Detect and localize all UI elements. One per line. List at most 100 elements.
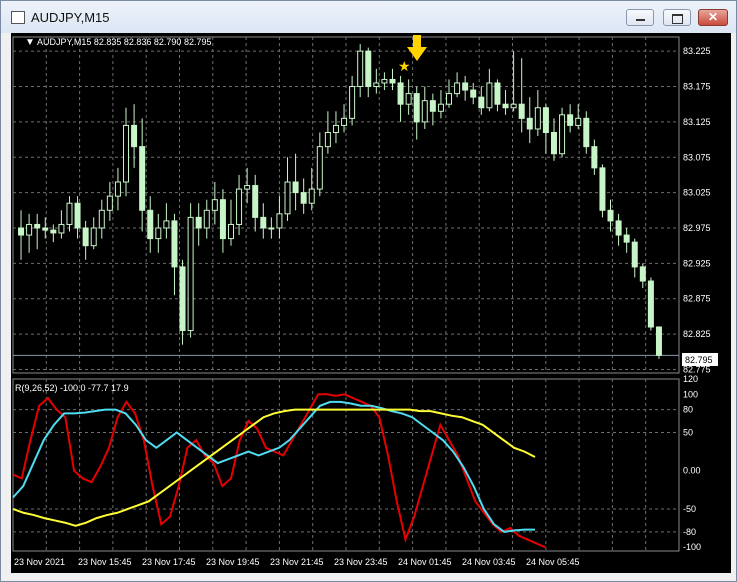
indicator-tick-label: 50	[683, 428, 693, 438]
indicator-tick-label: -50	[683, 504, 696, 514]
indicator-tick-label: 120	[683, 374, 698, 384]
indicator-tick-label: -100	[683, 542, 701, 552]
candle	[429, 93, 436, 126]
candle	[187, 203, 194, 338]
close-icon: ✕	[707, 10, 719, 24]
candle	[486, 68, 493, 112]
candle	[502, 90, 509, 115]
candle	[42, 217, 49, 239]
candle	[171, 213, 178, 296]
axis-labels: 83.225 83.175 83.125 83.075 83.025 82.975 82.9…	[14, 46, 711, 567]
candle	[421, 86, 428, 129]
candle	[155, 213, 162, 253]
candle	[324, 111, 331, 154]
candle	[123, 107, 130, 197]
time-tick-label: 24 Nov 01:45	[398, 557, 452, 567]
minimize-button[interactable]	[626, 9, 654, 26]
chart-window-icon	[11, 11, 25, 24]
candle	[74, 196, 81, 239]
svg-text:82.795: 82.795	[685, 355, 713, 365]
candle	[219, 189, 226, 253]
candle	[623, 227, 630, 253]
indicator-tick-label: 100	[683, 389, 698, 399]
close-button[interactable]: ✕	[698, 9, 728, 26]
chart-canvas[interactable]: 83.225 83.175 83.125 83.075 83.025 82.975 82.9…	[11, 33, 731, 573]
window-title: AUDJPY,M15	[31, 10, 110, 25]
candle	[308, 167, 315, 211]
time-tick-label: 23 Nov 23:45	[334, 557, 388, 567]
candle	[373, 68, 380, 94]
candle	[332, 111, 339, 144]
candle	[316, 132, 323, 197]
candle	[252, 174, 259, 232]
candle	[90, 217, 97, 250]
chart-area[interactable]: 83.225 83.175 83.125 83.075 83.025 82.975 82.9…	[11, 33, 731, 573]
candle	[583, 111, 590, 154]
maximize-button[interactable]	[663, 9, 691, 26]
title-bar[interactable]: AUDJPY,M15 ✕	[1, 1, 736, 33]
indicator-series-line	[12, 408, 536, 527]
candle	[413, 86, 420, 140]
time-tick-label: 23 Nov 21:45	[270, 557, 324, 567]
candle	[494, 79, 501, 112]
price-tick-label: 83.225	[683, 46, 711, 56]
candle	[631, 238, 638, 278]
main-grid	[12, 36, 680, 374]
candle	[82, 220, 89, 260]
candle	[284, 157, 291, 221]
candle	[599, 164, 606, 218]
candle	[50, 224, 57, 243]
candle	[147, 196, 154, 253]
time-tick-label: 23 Nov 19:45	[206, 557, 260, 567]
time-tick-label: 23 Nov 15:45	[78, 557, 132, 567]
time-tick-label: 23 Nov 2021	[14, 557, 65, 567]
candle	[26, 213, 33, 253]
candle	[179, 259, 186, 345]
candle	[292, 153, 299, 211]
chart-menu-icon[interactable]: ▼	[25, 37, 35, 48]
price-tick-label: 83.025	[683, 188, 711, 198]
minimize-icon	[636, 19, 645, 21]
candle	[542, 104, 549, 154]
star-icon: ★	[398, 58, 411, 74]
candle	[518, 58, 525, 133]
candle	[575, 104, 582, 129]
candle	[163, 203, 170, 239]
candle	[357, 44, 364, 98]
candle	[437, 90, 444, 119]
candle	[106, 182, 113, 221]
candle	[203, 199, 210, 239]
time-tick-label: 24 Nov 03:45	[462, 557, 516, 567]
maximize-icon	[672, 14, 683, 24]
candle	[550, 118, 557, 161]
price-tick-label: 82.925	[683, 258, 711, 268]
candle	[276, 196, 283, 239]
time-tick-label: 24 Nov 05:45	[526, 557, 580, 567]
candle	[607, 199, 614, 232]
candle	[647, 277, 654, 331]
candle	[591, 139, 598, 175]
candle	[227, 199, 234, 246]
time-tick-label: 23 Nov 17:45	[142, 557, 196, 567]
candle	[567, 104, 574, 133]
candle	[349, 75, 356, 126]
candle	[18, 210, 25, 260]
candle	[462, 75, 469, 101]
price-tick-label: 82.875	[683, 294, 711, 304]
candle	[534, 90, 541, 137]
indicator-grid	[12, 378, 680, 552]
candle	[615, 213, 622, 246]
candle	[195, 203, 202, 246]
candle	[639, 263, 646, 289]
indicator-tick-label: 0.00	[683, 466, 701, 476]
candle	[236, 174, 243, 236]
candle	[300, 178, 307, 214]
indicator-tick-label: 80	[683, 405, 693, 415]
candle	[559, 107, 566, 158]
indicator-series-line	[12, 400, 535, 533]
chart-window: AUDJPY,M15 ✕ 83.225 83.175 83.125 83.075 83.…	[0, 0, 737, 582]
candle	[365, 47, 372, 98]
candle	[405, 79, 412, 115]
price-tick-label: 83.175	[683, 82, 711, 92]
candle	[260, 203, 267, 239]
